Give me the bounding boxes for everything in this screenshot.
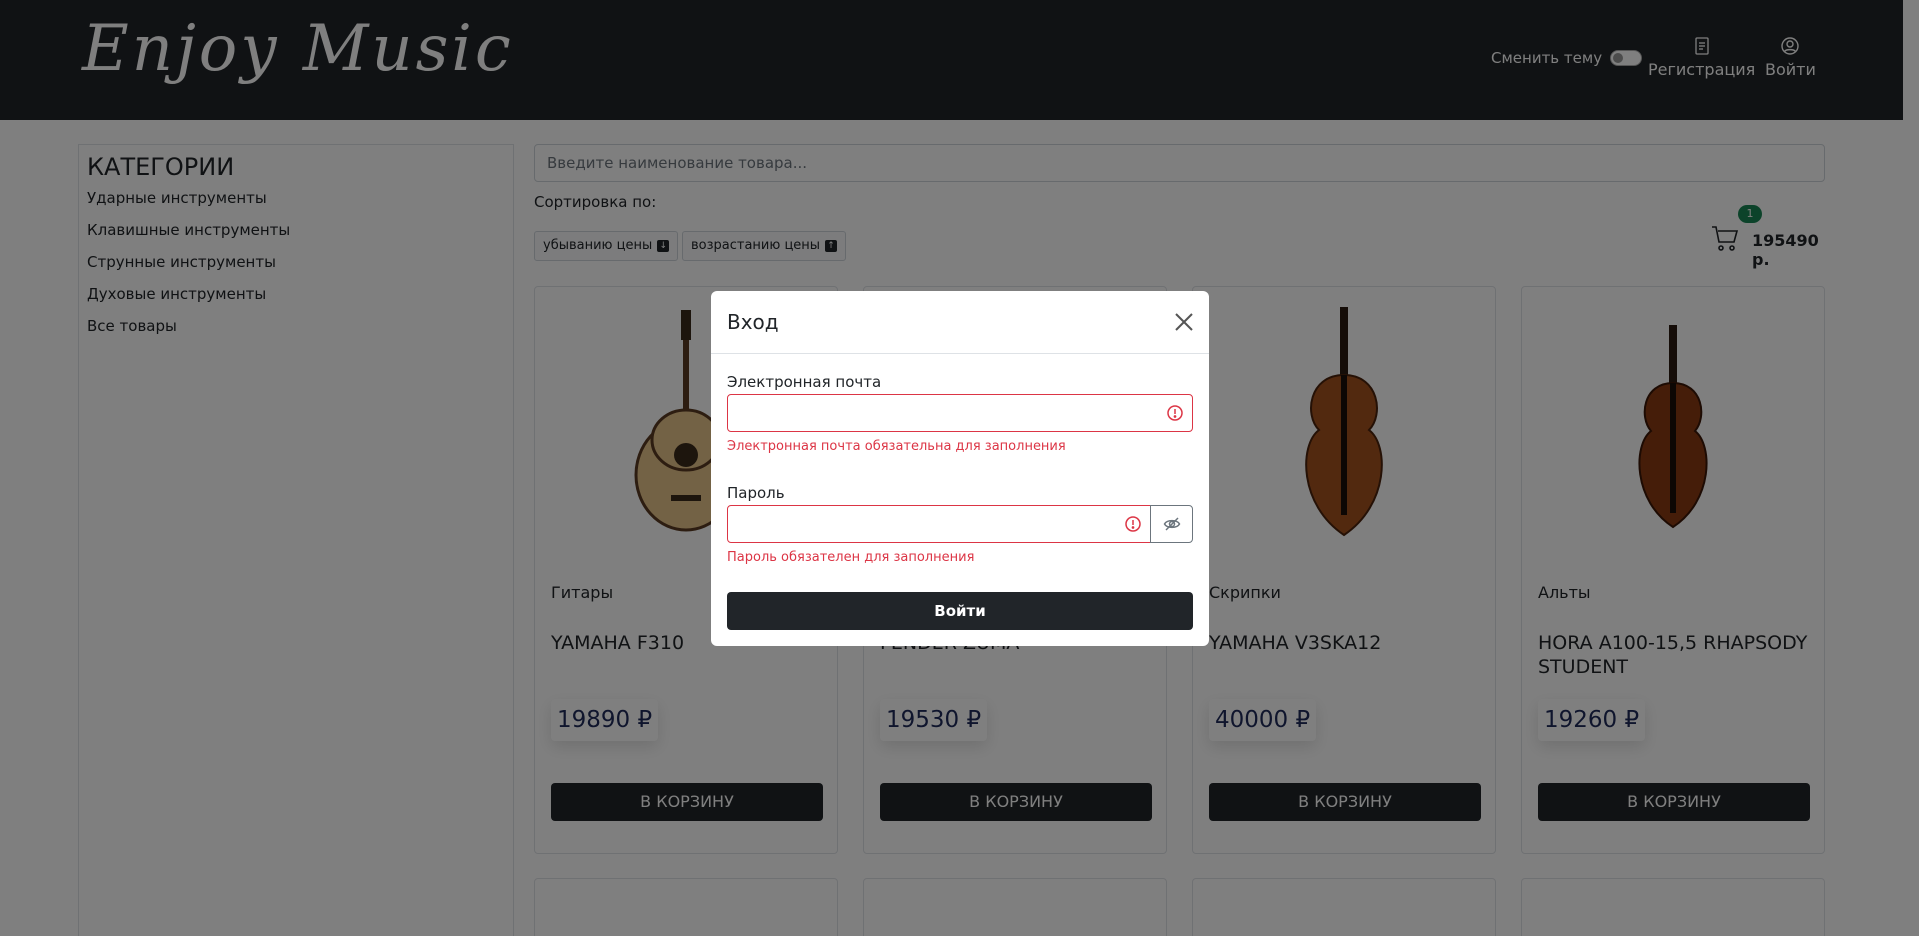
- toggle-password-button[interactable]: [1150, 505, 1193, 543]
- email-field[interactable]: [727, 394, 1193, 432]
- eye-slash-icon: [1163, 517, 1180, 531]
- password-label: Пароль: [727, 484, 785, 502]
- login-submit-button[interactable]: Войти: [727, 592, 1193, 630]
- login-modal: Вход Электронная почта Электронная почта…: [711, 291, 1209, 646]
- email-label: Электронная почта: [727, 373, 882, 391]
- password-field[interactable]: [727, 505, 1151, 543]
- email-error: Электронная почта обязательна для заполн…: [727, 439, 1066, 454]
- error-icon: [1125, 516, 1141, 532]
- error-icon: [1167, 405, 1183, 421]
- modal-header: Вход: [711, 291, 1209, 354]
- close-icon[interactable]: [1173, 311, 1195, 333]
- password-error: Пароль обязателен для заполнения: [727, 550, 975, 565]
- modal-title: Вход: [727, 310, 779, 334]
